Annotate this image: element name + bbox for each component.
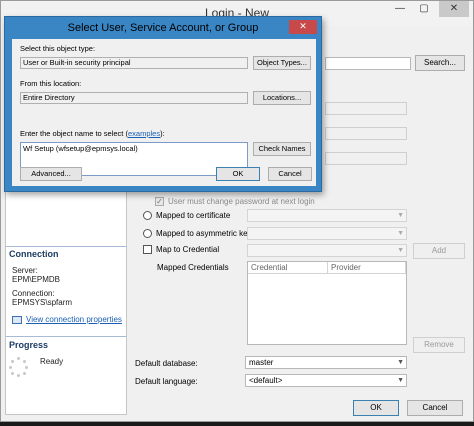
old-password-field	[325, 152, 407, 165]
map-to-credential-label: Map to Credential	[156, 245, 220, 254]
connection-separator	[6, 246, 126, 247]
map-to-credential-checkbox[interactable]	[143, 245, 152, 254]
check-names-button[interactable]: Check Names	[253, 142, 311, 156]
select-user-dialog: Select User, Service Account, or Group ✕…	[4, 16, 322, 192]
bottom-strip	[0, 422, 474, 426]
dialog-close-button[interactable]: ✕	[289, 20, 317, 34]
mapped-credentials-label: Mapped Credentials	[157, 263, 229, 272]
login-name-field[interactable]	[325, 57, 411, 70]
dialog-ok-button[interactable]: OK	[216, 167, 260, 181]
confirm-password-field	[325, 127, 407, 140]
progress-separator	[6, 336, 126, 337]
user-must-change-checkbox: ✓	[155, 197, 164, 206]
location-field: Entire Directory	[20, 92, 248, 104]
chevron-down-icon: ▼	[397, 247, 404, 254]
asymmetric-key-combo: ▼	[247, 227, 407, 240]
password-field	[325, 102, 407, 115]
connection-header: Connection	[9, 249, 59, 259]
dialog-title: Select User, Service Account, or Group	[67, 22, 259, 34]
chevron-down-icon: ▼	[397, 359, 404, 366]
default-language-label: Default language:	[135, 377, 198, 386]
progress-spinner-icon	[9, 357, 29, 377]
search-button[interactable]: Search...	[415, 55, 465, 71]
view-connection-properties-link[interactable]: View connection properties	[12, 315, 122, 324]
progress-status: Ready	[40, 357, 64, 366]
cancel-button[interactable]: Cancel	[407, 400, 463, 416]
examples-link[interactable]: examples	[128, 129, 160, 138]
ok-button[interactable]: OK	[353, 400, 399, 416]
close-button[interactable]: ✕	[439, 1, 469, 17]
chevron-down-icon: ▼	[397, 377, 404, 384]
object-type-field: User or Built-in security principal	[20, 57, 248, 69]
default-database-select[interactable]: master ▼	[245, 356, 407, 369]
mapped-to-certificate-label: Mapped to certificate	[156, 211, 231, 220]
progress-header: Progress	[9, 340, 49, 350]
certificate-combo: ▼	[247, 209, 407, 222]
location-label: From this location:	[20, 79, 82, 88]
connection-label: Connection:	[12, 289, 55, 298]
grid-column-provider: Provider	[328, 262, 406, 274]
enter-object-name-label: Enter the object name to select (example…	[20, 129, 165, 138]
grid-column-credential: Credential	[248, 262, 328, 274]
mapped-to-certificate-radio[interactable]	[143, 211, 152, 220]
chevron-down-icon: ▼	[397, 230, 404, 237]
object-type-label: Select this object type:	[20, 44, 96, 53]
connection-value: EPMSYS\spfarm	[12, 298, 73, 307]
view-connection-properties-label: View connection properties	[26, 315, 122, 324]
remove-button: Remove	[413, 337, 465, 353]
enter-name-suffix: ):	[160, 129, 165, 138]
mapped-to-asymmetric-key-label: Mapped to asymmetric key	[156, 229, 252, 238]
object-name-value: Wf Setup (wfsetup@epmsys.local)	[23, 144, 138, 153]
object-types-button[interactable]: Object Types...	[253, 56, 311, 70]
user-must-change-label: User must change password at next login	[168, 197, 315, 206]
server-value: EPM\EPMDB	[12, 275, 61, 284]
default-language-value: <default>	[249, 376, 283, 385]
properties-icon	[12, 316, 22, 324]
enter-name-prefix: Enter the object name to select (	[20, 129, 128, 138]
credential-combo: ▼	[247, 244, 407, 257]
locations-button[interactable]: Locations...	[253, 91, 311, 105]
add-button: Add	[413, 243, 465, 259]
maximize-button[interactable]: ▢	[413, 1, 435, 17]
advanced-button[interactable]: Advanced...	[20, 167, 82, 181]
mapped-to-asymmetric-key-radio[interactable]	[143, 229, 152, 238]
server-label: Server:	[12, 266, 38, 275]
chevron-down-icon: ▼	[397, 212, 404, 219]
dialog-cancel-button[interactable]: Cancel	[268, 167, 312, 181]
default-database-value: master	[249, 358, 274, 367]
minimize-button[interactable]: —	[389, 1, 411, 17]
mapped-credentials-grid[interactable]: Credential Provider	[247, 261, 407, 345]
default-database-label: Default database:	[135, 359, 198, 368]
dialog-body: Select this object type: User or Built-i…	[12, 39, 316, 186]
default-language-select[interactable]: <default> ▼	[245, 374, 407, 387]
